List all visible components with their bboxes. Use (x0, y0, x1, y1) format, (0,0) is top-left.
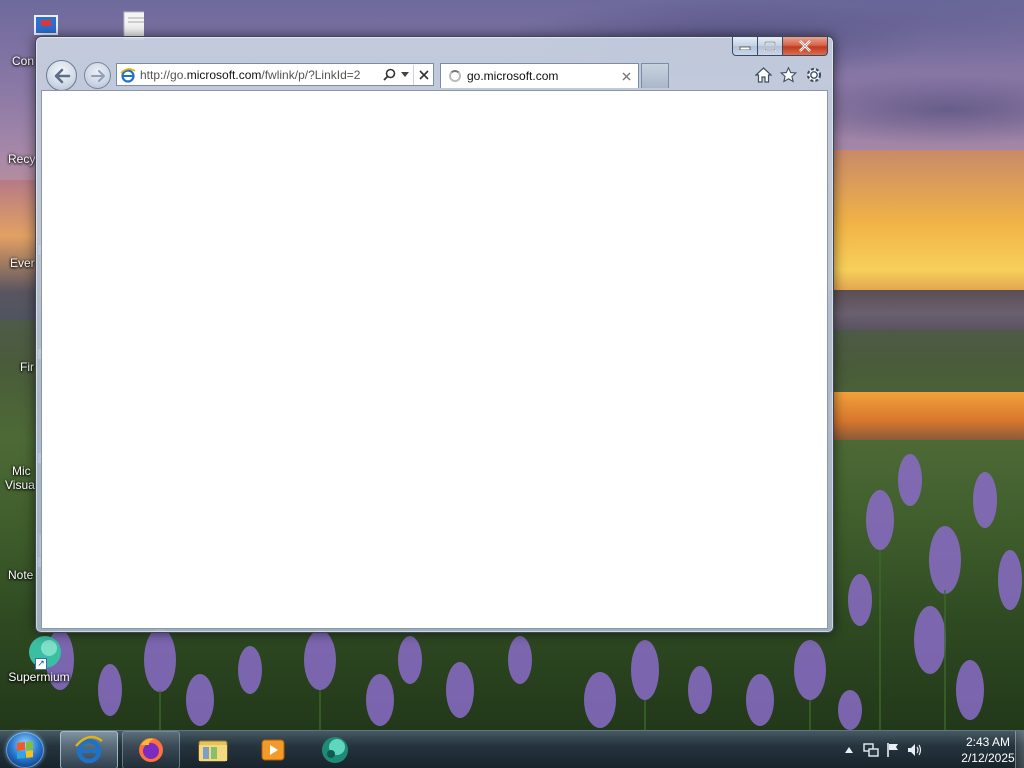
gear-icon (806, 67, 821, 82)
url-domain: microsoft.com (186, 67, 262, 82)
windows-logo-icon (17, 741, 33, 759)
forward-arrow-icon (90, 69, 105, 82)
command-icons (754, 65, 823, 84)
supermium-icon (322, 737, 348, 763)
search-button[interactable] (381, 65, 397, 85)
tab-title: go.microsoft.com (467, 69, 559, 83)
clock-date: 2/12/2025 (961, 751, 1015, 765)
minimize-button[interactable] (732, 37, 758, 56)
navigation-bar: http://go.microsoft.com/fwlink/p/?LinkId… (44, 59, 829, 91)
url-prefix: http://go. (140, 67, 187, 82)
firefox-icon (139, 738, 163, 762)
internet-explorer-window: http://go.microsoft.com/fwlink/p/?LinkId… (35, 36, 834, 633)
close-icon (799, 40, 811, 52)
shortcut-arrow-icon: ↗ (35, 658, 47, 670)
desktop-icon-label: Supermium (8, 670, 70, 684)
browser-tab[interactable]: go.microsoft.com (440, 63, 639, 88)
speaker-icon (908, 744, 922, 756)
media-player-icon (261, 739, 285, 761)
start-button[interactable] (6, 732, 44, 768)
maximize-icon (764, 41, 776, 51)
back-arrow-icon (54, 68, 70, 83)
chevron-up-icon (845, 747, 853, 753)
taskbar: 2:43 AM 2/12/2025 (0, 730, 1024, 768)
show-hidden-icons-button[interactable] (841, 742, 857, 758)
flag-icon (887, 743, 898, 757)
stop-button[interactable] (413, 64, 433, 85)
tab-close-button[interactable] (618, 68, 634, 84)
url-path: /fwlink/p/?LinkId=2 (261, 67, 361, 82)
address-bar[interactable]: http://go.microsoft.com/fwlink/p/?LinkId… (116, 63, 434, 86)
maximize-button[interactable] (758, 37, 783, 56)
home-button[interactable] (754, 65, 773, 84)
taskbar-supermium[interactable] (306, 731, 364, 768)
forward-button[interactable] (84, 62, 111, 89)
taskbar-firefox[interactable] (122, 731, 180, 768)
search-icon (382, 68, 395, 81)
address-url[interactable]: http://go.microsoft.com/fwlink/p/?LinkId… (140, 68, 381, 82)
desktop-icon-supermium[interactable]: ↗ Supermium (2, 636, 76, 684)
volume-tray-button[interactable] (907, 742, 923, 758)
minimize-icon (739, 46, 751, 50)
chevron-down-icon (401, 72, 409, 77)
window-caption-buttons (732, 37, 828, 56)
back-button[interactable] (46, 60, 77, 91)
taskbar-media-player[interactable] (244, 731, 302, 768)
home-icon (755, 66, 772, 83)
taskbar-internet-explorer[interactable] (60, 731, 118, 768)
favorites-button[interactable] (779, 65, 798, 84)
network-icon (863, 743, 879, 757)
address-tools (381, 64, 433, 85)
ie-page-icon (120, 67, 136, 83)
address-dropdown-button[interactable] (397, 65, 413, 85)
tools-button[interactable] (804, 65, 823, 84)
system-tray: 2:43 AM 2/12/2025 (839, 731, 1024, 768)
close-icon (622, 72, 630, 80)
stop-icon (418, 69, 429, 80)
internet-explorer-icon (75, 735, 103, 764)
loading-spinner-icon (449, 70, 461, 82)
taskbar-clock[interactable]: 2:43 AM 2/12/2025 (957, 734, 1019, 766)
star-icon (780, 66, 797, 83)
show-desktop-button[interactable] (1015, 731, 1024, 768)
clock-time: 2:43 AM (965, 735, 1011, 749)
folder-icon (198, 740, 228, 762)
page-content-area[interactable] (41, 90, 828, 629)
supermium-icon: ↗ (23, 636, 61, 670)
close-window-button[interactable] (783, 37, 828, 56)
taskbar-file-explorer[interactable] (184, 731, 242, 768)
network-tray-button[interactable] (863, 742, 879, 758)
action-center-button[interactable] (885, 742, 901, 758)
new-tab-button[interactable] (641, 63, 669, 88)
